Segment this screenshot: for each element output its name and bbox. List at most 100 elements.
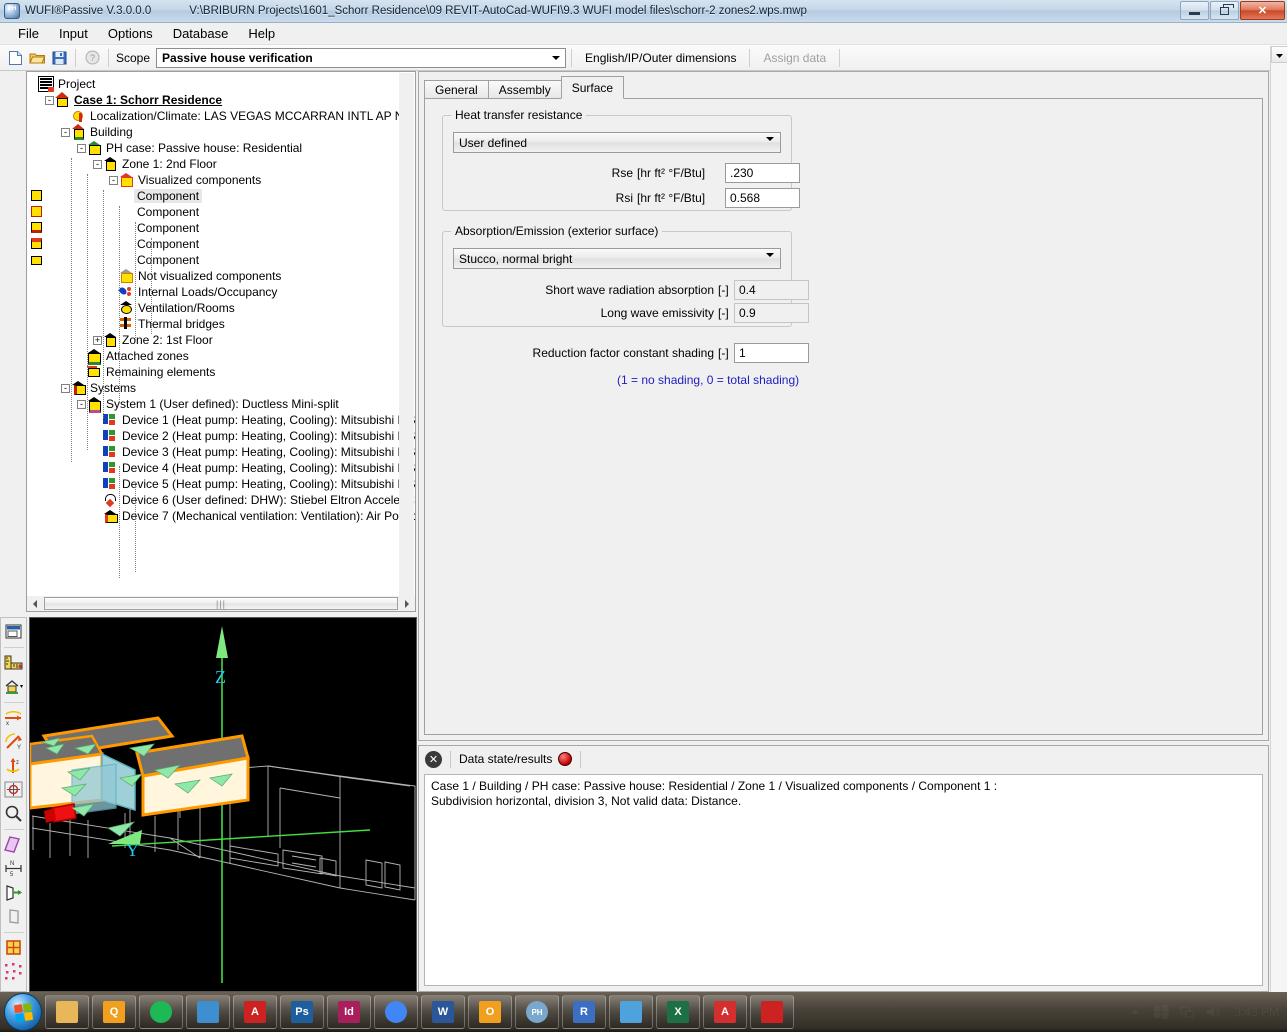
taskbar-item-adobe-acrobat[interactable]: A bbox=[703, 995, 747, 1029]
expand-toggle-icon[interactable]: + bbox=[93, 336, 102, 345]
close-button[interactable]: ✕ bbox=[1240, 1, 1285, 20]
center-target-icon[interactable] bbox=[2, 778, 25, 801]
taskbar-item-spotify[interactable] bbox=[139, 995, 183, 1029]
rse-input[interactable]: .230 bbox=[725, 163, 800, 183]
shading-input[interactable]: 1 bbox=[734, 343, 809, 363]
close-icon[interactable]: ✕ bbox=[425, 751, 442, 768]
new-document-icon[interactable] bbox=[4, 47, 26, 69]
tree-node-label: Attached zones bbox=[103, 349, 189, 363]
minimize-button[interactable] bbox=[1180, 1, 1209, 20]
scroll-right-icon[interactable] bbox=[399, 596, 415, 611]
hscroll-thumb[interactable]: ||| bbox=[44, 597, 398, 610]
tree-node[interactable]: Localization/Climate: LAS VEGAS MCCARRAN… bbox=[29, 108, 415, 124]
tree-node[interactable]: Device 6 (User defined: DHW): Stiebel El… bbox=[29, 492, 415, 508]
menu-file[interactable]: File bbox=[8, 24, 49, 43]
tree-node[interactable]: -Building bbox=[29, 124, 415, 140]
chevron-down-icon[interactable] bbox=[766, 257, 774, 271]
points-scatter-icon[interactable] bbox=[2, 960, 25, 983]
component-gable-icon bbox=[31, 256, 42, 265]
chevron-down-icon[interactable] bbox=[548, 50, 564, 66]
long-wave-input[interactable]: 0.9 bbox=[734, 303, 809, 323]
tab-surface[interactable]: Surface bbox=[561, 76, 624, 99]
measure-ruler-icon[interactable] bbox=[2, 651, 25, 674]
absorption-dropdown[interactable]: Stucco, normal bright bbox=[453, 248, 781, 269]
taskbar-item-windows-explorer[interactable] bbox=[45, 995, 89, 1029]
menu-help[interactable]: Help bbox=[238, 24, 285, 43]
building-select-icon[interactable] bbox=[2, 675, 25, 698]
rotate-x-icon[interactable]: x bbox=[2, 706, 25, 729]
taskbar-item-microsoft-word[interactable]: W bbox=[421, 995, 465, 1029]
tab-general[interactable]: General bbox=[424, 80, 489, 99]
project-tree-panel[interactable]: Project-Case 1: Schorr ResidenceLocaliza… bbox=[26, 71, 416, 612]
collapse-toggle-icon[interactable]: - bbox=[45, 96, 54, 105]
help-circle-icon[interactable]: ? bbox=[81, 47, 103, 69]
window-vertical-scrollbar[interactable] bbox=[1270, 46, 1287, 998]
model-3d-viewport[interactable]: Z Y bbox=[29, 617, 417, 992]
scope-combobox[interactable]: Passive house verification bbox=[156, 48, 566, 68]
tree-node[interactable]: Device 4 (Heat pump: Heating, Cooling): … bbox=[29, 460, 415, 476]
window-grid-icon[interactable] bbox=[2, 936, 25, 959]
tree-node[interactable]: -PH case: Passive house: Residential bbox=[29, 140, 415, 156]
surface-polygon-icon[interactable] bbox=[2, 833, 25, 856]
rotate-z-icon[interactable]: z bbox=[2, 754, 25, 777]
tree-node[interactable]: Device 5 (Heat pump: Heating, Cooling): … bbox=[29, 476, 415, 492]
taskbar-item-quicken[interactable]: Q bbox=[92, 995, 136, 1029]
data-state-message[interactable]: Case 1 / Building / PH case: Passive hou… bbox=[424, 774, 1263, 986]
tree-node-label: Project bbox=[55, 77, 95, 91]
indesign-icon: Id bbox=[338, 1001, 360, 1023]
open-folder-icon[interactable] bbox=[26, 47, 48, 69]
tree-horizontal-scrollbar[interactable]: ||| bbox=[26, 596, 416, 612]
view-toolbar-separator bbox=[4, 647, 24, 648]
scroll-left-icon[interactable] bbox=[27, 596, 43, 611]
taskbar-item-microsoft-outlook[interactable]: O bbox=[468, 995, 512, 1029]
tree-node[interactable]: -Zone 1: 2nd Floor bbox=[29, 156, 415, 172]
collapse-toggle-icon[interactable]: - bbox=[93, 160, 102, 169]
taskbar-item-foxit-reader[interactable] bbox=[750, 995, 794, 1029]
north-orientation-icon[interactable]: N5 bbox=[2, 857, 25, 880]
heat-transfer-dropdown[interactable]: User defined bbox=[453, 132, 781, 153]
scroll-down-icon[interactable] bbox=[1271, 46, 1287, 63]
taskbar-item-photoshop[interactable]: Ps bbox=[280, 995, 324, 1029]
heat-transfer-legend: Heat transfer resistance bbox=[451, 108, 586, 122]
menu-input[interactable]: Input bbox=[49, 24, 98, 43]
units-label[interactable]: English/IP/Outer dimensions bbox=[577, 51, 744, 65]
title-bar: WUFI®Passive V.3.0.0.0 V:\BRIBURN Projec… bbox=[0, 0, 1287, 23]
start-button[interactable] bbox=[4, 993, 42, 1031]
chevron-down-icon[interactable] bbox=[766, 141, 774, 155]
taskbar-item-windows-media[interactable] bbox=[609, 995, 653, 1029]
tree-guide-line bbox=[71, 158, 72, 462]
tree-node-label: Systems bbox=[87, 381, 136, 395]
short-wave-input[interactable]: 0.4 bbox=[734, 280, 809, 300]
zoom-magnifier-icon[interactable] bbox=[2, 802, 25, 825]
tree-vertical-scrollbar[interactable] bbox=[399, 73, 414, 610]
menu-options[interactable]: Options bbox=[98, 24, 163, 43]
assign-data-button[interactable]: Assign data bbox=[755, 51, 834, 65]
collapse-toggle-icon[interactable]: - bbox=[77, 144, 86, 153]
taskbar-item-indesign[interactable]: Id bbox=[327, 995, 371, 1029]
tree-node[interactable]: Project bbox=[29, 76, 415, 92]
extrude-arrow-icon[interactable] bbox=[2, 881, 25, 904]
tab-assembly[interactable]: Assembly bbox=[488, 80, 562, 99]
plane-outline-icon[interactable] bbox=[2, 905, 25, 928]
rotate-y-icon[interactable]: Y bbox=[2, 730, 25, 753]
taskbar-item-sketchup[interactable] bbox=[186, 995, 230, 1029]
remaining-elements-icon bbox=[86, 364, 102, 380]
attached-zones-icon bbox=[86, 348, 102, 364]
save-disk-icon[interactable] bbox=[48, 47, 70, 69]
collapse-toggle-icon[interactable]: - bbox=[61, 384, 70, 393]
taskbar-item-google-chrome[interactable] bbox=[374, 995, 418, 1029]
collapse-toggle-icon[interactable]: - bbox=[77, 400, 86, 409]
tree-node-label: Component bbox=[134, 221, 199, 235]
tree-node[interactable]: Device 7 (Mechanical ventilation: Ventil… bbox=[29, 508, 415, 524]
taskbar-item-wufi-passive[interactable]: PH bbox=[515, 995, 559, 1029]
collapse-toggle-icon[interactable]: - bbox=[109, 176, 118, 185]
tree-node[interactable]: -Case 1: Schorr Residence bbox=[29, 92, 415, 108]
menu-database[interactable]: Database bbox=[163, 24, 239, 43]
layout-view-icon[interactable] bbox=[2, 620, 25, 643]
taskbar-item-revit[interactable]: R bbox=[562, 995, 606, 1029]
taskbar-item-autocad[interactable]: A bbox=[233, 995, 277, 1029]
rsi-input[interactable]: 0.568 bbox=[725, 188, 800, 208]
collapse-toggle-icon[interactable]: - bbox=[61, 128, 70, 137]
restore-button[interactable] bbox=[1210, 1, 1239, 20]
taskbar-item-microsoft-excel[interactable]: X bbox=[656, 995, 700, 1029]
